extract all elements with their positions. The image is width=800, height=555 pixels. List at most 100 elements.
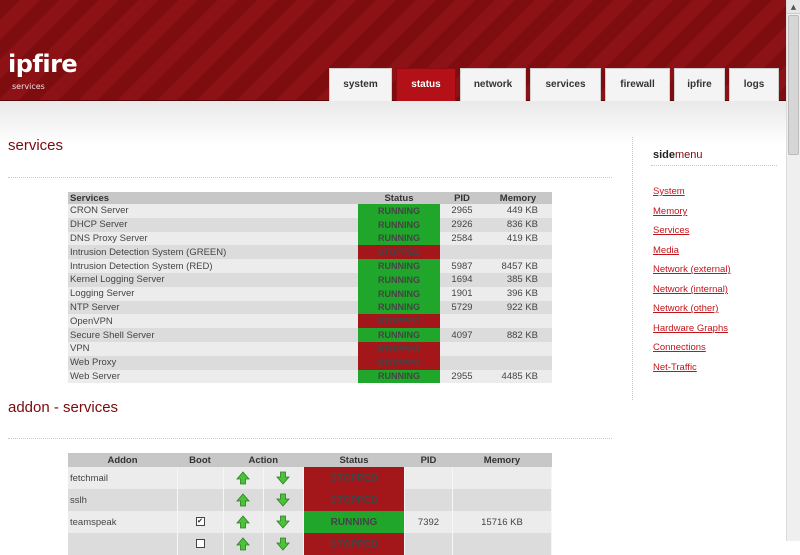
boot-checkbox[interactable]: ✔	[195, 517, 205, 527]
table-row: Logging Server RUNNING 1901 396 KB	[68, 286, 552, 301]
boot-cell	[177, 533, 224, 555]
addon-services-table: Addon Boot Action Status PID Memory fetc…	[68, 453, 552, 555]
start-arrow-up-icon[interactable]	[236, 515, 250, 529]
service-memory	[484, 314, 552, 329]
service-memory: 385 KB	[484, 272, 552, 287]
table-row: NTP Server RUNNING 5729 922 KB	[68, 300, 552, 315]
table-row: CRON Server RUNNING 2965 449 KB	[68, 204, 552, 218]
start-cell	[223, 467, 264, 489]
service-memory: 836 KB	[484, 217, 552, 232]
boot-cell: ✔	[177, 511, 224, 533]
service-pid: 2584	[440, 231, 484, 246]
tab-firewall[interactable]: firewall	[605, 68, 670, 101]
service-name: Intrusion Detection System (RED)	[68, 259, 358, 273]
start-arrow-up-icon[interactable]	[236, 493, 250, 507]
sidemenu-link-network-other[interactable]: Network (other)	[653, 303, 718, 314]
addon-name: sslh	[68, 489, 178, 511]
services-title: services	[8, 137, 64, 154]
service-pid: 5729	[440, 300, 484, 315]
service-pid: 2955	[440, 369, 484, 384]
stop-cell	[263, 467, 305, 489]
addon-name	[68, 533, 178, 555]
boot-cell	[177, 489, 224, 511]
service-name: CRON Server	[68, 204, 358, 218]
stop-arrow-down-icon[interactable]	[276, 515, 291, 529]
side-menu-title-bold: side	[653, 149, 676, 161]
tab-services[interactable]: services	[530, 68, 601, 101]
service-pid: 1901	[440, 286, 484, 301]
sidemenu-link-connections[interactable]: Connections	[653, 342, 706, 353]
addon-pid	[404, 533, 453, 555]
addon-pid	[404, 467, 453, 489]
col-services: Services	[68, 192, 358, 204]
scroll-up-icon[interactable]: ▲	[787, 0, 800, 14]
service-name: DNS Proxy Server	[68, 231, 358, 246]
vertical-scrollbar[interactable]: ▲	[786, 0, 800, 541]
tab-network[interactable]: network	[460, 68, 526, 101]
addon-pid: 7392	[404, 511, 453, 533]
col-addon: Addon	[68, 453, 177, 467]
col-memory: Memory	[484, 192, 552, 204]
side-menu-title-rest: menu	[675, 149, 703, 161]
table-row: Web Proxy STOPPED	[68, 355, 552, 370]
service-name: DHCP Server	[68, 217, 358, 232]
stop-arrow-down-icon[interactable]	[276, 537, 291, 551]
status-badge: RUNNING	[358, 328, 440, 342]
addon-memory	[452, 467, 552, 489]
scroll-thumb[interactable]	[788, 15, 799, 155]
col-action: Action	[223, 453, 304, 467]
table-row: DHCP Server RUNNING 2926 836 KB	[68, 217, 552, 232]
start-arrow-up-icon[interactable]	[236, 537, 250, 551]
divider	[651, 165, 777, 166]
status-badge: RUNNING	[358, 204, 440, 218]
brand-title: ipfire	[8, 50, 78, 78]
tab-logs[interactable]: logs	[729, 68, 779, 101]
tab-system[interactable]: system	[329, 68, 392, 101]
brand-subtitle: services	[12, 82, 45, 91]
addon-memory: 15716 KB	[452, 511, 552, 533]
status-badge: STOPPED	[358, 314, 440, 329]
sidemenu-link-media[interactable]: Media	[653, 245, 679, 256]
col-memory: Memory	[452, 453, 552, 467]
table-row: sslh STOPPED	[68, 489, 552, 511]
service-pid	[440, 355, 484, 370]
status-badge: STOPPED	[303, 467, 405, 489]
col-status: Status	[303, 453, 405, 467]
sidemenu-link-services[interactable]: Services	[653, 225, 689, 236]
sidemenu-link-net-traffic[interactable]: Net-Traffic	[653, 362, 697, 373]
start-cell	[223, 511, 264, 533]
stop-arrow-down-icon[interactable]	[276, 493, 291, 507]
col-pid: PID	[404, 453, 453, 467]
sidemenu-link-system[interactable]: System	[653, 186, 685, 197]
table-row: Web Server RUNNING 2955 4485 KB	[68, 369, 552, 384]
side-menu: sidemenu System Memory Services Media Networ…	[632, 137, 778, 400]
addon-name: teamspeak	[68, 511, 178, 533]
service-pid: 1694	[440, 272, 484, 287]
start-arrow-up-icon[interactable]	[236, 471, 250, 485]
sidemenu-link-network-internal[interactable]: Network (internal)	[653, 284, 728, 295]
status-badge: RUNNING	[303, 511, 405, 533]
service-memory	[484, 245, 552, 260]
status-badge: STOPPED	[358, 355, 440, 370]
addon-services-title: addon - services	[8, 399, 119, 416]
status-badge: RUNNING	[358, 259, 440, 273]
sidemenu-link-hardware-graphs[interactable]: Hardware Graphs	[653, 323, 728, 334]
tab-ipfire[interactable]: ipfire	[674, 68, 725, 101]
service-name: VPN	[68, 341, 358, 356]
service-name: Kernel Logging Server	[68, 272, 358, 287]
tab-status[interactable]: status	[396, 68, 456, 101]
status-badge: STOPPED	[358, 245, 440, 260]
status-badge: RUNNING	[358, 231, 440, 246]
service-memory	[484, 355, 552, 370]
side-menu-title: sidemenu	[653, 149, 703, 161]
sidemenu-link-memory[interactable]: Memory	[653, 206, 687, 217]
sidemenu-link-network-external[interactable]: Network (external)	[653, 264, 731, 275]
divider	[8, 177, 612, 178]
page-header: ipfire services system status network se…	[0, 0, 786, 101]
stop-cell	[263, 489, 305, 511]
service-pid: 2965	[440, 204, 484, 218]
stop-arrow-down-icon[interactable]	[276, 471, 291, 485]
status-badge: RUNNING	[358, 272, 440, 287]
table-row: Kernel Logging Server RUNNING 1694 385 KB	[68, 272, 552, 287]
addon-name: fetchmail	[68, 467, 178, 489]
